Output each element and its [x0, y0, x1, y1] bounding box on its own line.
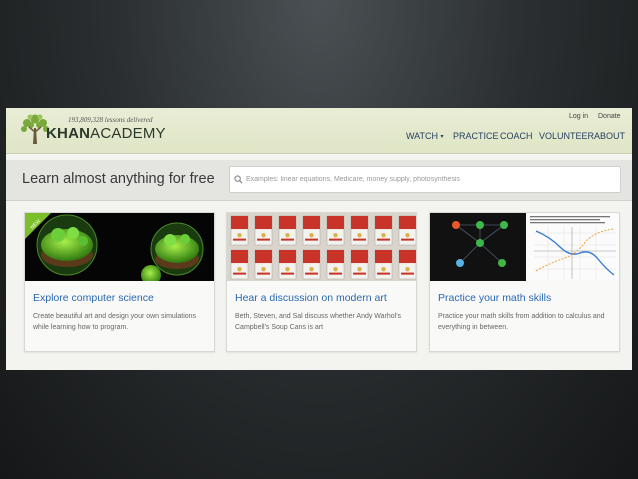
soup-can — [374, 215, 393, 246]
soup-can — [398, 215, 416, 246]
card-modern-art[interactable]: Hear a discussion on modern art Beth, St… — [226, 212, 417, 352]
logo-bold: KHAN — [46, 125, 91, 142]
logo-rest: ACADEMY — [90, 125, 166, 142]
soup-can — [278, 215, 297, 246]
soup-can — [398, 249, 416, 280]
nav-about[interactable]: ABOUT — [594, 131, 625, 141]
card-description: Beth, Steven, and Sal discuss whether An… — [235, 313, 402, 331]
nav-practice[interactable]: PRACTICE — [453, 131, 499, 141]
search-icon — [234, 175, 243, 184]
soup-can — [230, 215, 249, 246]
card-thumbnail-modern-art[interactable] — [227, 213, 416, 281]
site-header: 193,809,328 lessons delivered KHANACADEM… — [6, 108, 632, 154]
search-input[interactable] — [246, 170, 614, 188]
card-computer-science[interactable]: NEW Explore computer science Create beau… — [24, 212, 215, 352]
nav-watch[interactable]: WATCH ▾ — [406, 131, 444, 141]
soup-can — [350, 249, 369, 280]
soup-can — [326, 215, 345, 246]
card-math[interactable]: Practice your math skills Practice your … — [429, 212, 620, 352]
soup-can — [374, 249, 393, 280]
card-title[interactable]: Hear a discussion on modern art — [235, 292, 387, 304]
search-box[interactable] — [229, 166, 621, 193]
card-thumbnail-computer-science[interactable]: NEW — [25, 213, 214, 281]
caret-down-icon: ▾ — [440, 134, 444, 140]
soup-can — [302, 215, 321, 246]
soup-can — [350, 215, 369, 246]
donate-link[interactable]: Donate — [598, 113, 621, 120]
nav-watch-label: WATCH — [406, 131, 438, 141]
card-title[interactable]: Practice your math skills — [438, 292, 551, 304]
soup-can — [230, 249, 249, 280]
hero-headline: Learn almost anything for free — [22, 171, 215, 187]
soup-can — [278, 249, 297, 280]
card-description: Create beautiful art and design your own… — [33, 313, 197, 331]
card-title[interactable]: Explore computer science — [33, 292, 154, 304]
khan-academy-wordmark[interactable]: KHANACADEMY — [46, 125, 166, 142]
nav-volunteer[interactable]: VOLUNTEER — [539, 131, 594, 141]
green-planets-image: NEW — [25, 213, 214, 281]
knowledge-map-graph-image — [430, 213, 619, 281]
soup-can — [254, 249, 273, 280]
browser-page: 193,809,328 lessons delivered KHANACADEM… — [6, 108, 632, 370]
soup-can — [302, 249, 321, 280]
card-description: Practice your math skills from addition … — [438, 313, 605, 331]
nav-coach[interactable]: COACH — [500, 131, 533, 141]
soup-can — [254, 215, 273, 246]
login-link[interactable]: Log in — [569, 113, 588, 120]
lessons-count: 193,809,328 lessons delivered — [68, 116, 153, 124]
soup-can — [326, 249, 345, 280]
card-thumbnail-math[interactable] — [430, 213, 619, 281]
soup-cans-image — [227, 213, 416, 281]
